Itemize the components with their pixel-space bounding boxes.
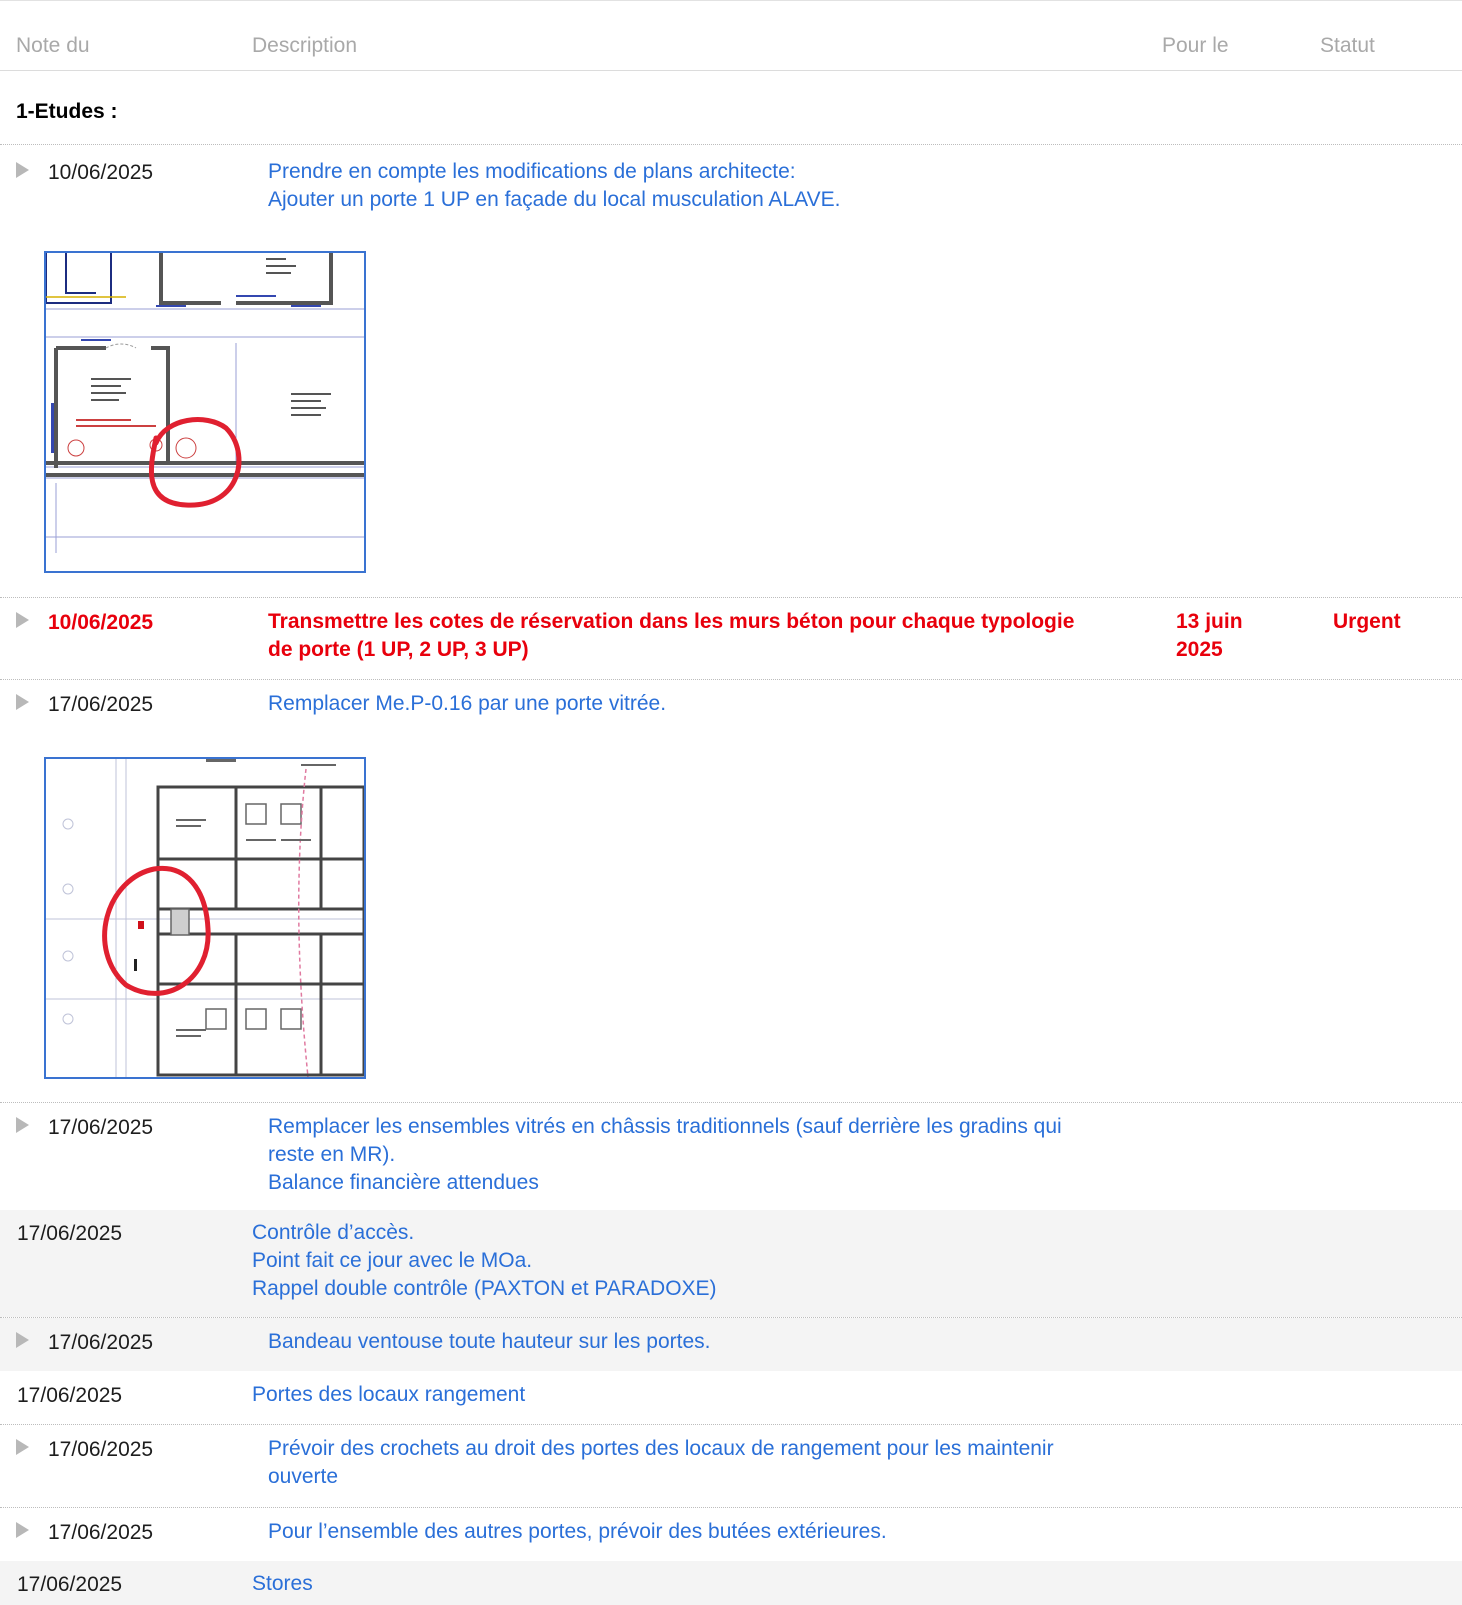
table-row[interactable]: 17/06/2025 Portes des locaux rangement xyxy=(0,1371,1462,1424)
row-description[interactable]: Remplacer Me.P-0.16 par une porte vitrée… xyxy=(268,690,1148,718)
table-row[interactable]: 10/06/2025 Prendre en compte les modific… xyxy=(0,145,1462,597)
floor-plan-image xyxy=(46,253,364,571)
floor-plan-image xyxy=(46,759,364,1077)
table-row[interactable]: 10/06/2025 Transmettre les cotes de rése… xyxy=(0,598,1462,679)
table-header: Note du Description Pour le Statut xyxy=(0,0,1462,71)
header-pour-le[interactable]: Pour le xyxy=(1162,34,1229,58)
disclosure-triangle-icon[interactable] xyxy=(16,1522,29,1538)
table-row[interactable]: 17/06/2025 Stores xyxy=(0,1561,1462,1605)
row-date: 17/06/2025 xyxy=(17,1573,123,1596)
row-date: 17/06/2025 xyxy=(48,1521,154,1544)
disclosure-triangle-icon[interactable] xyxy=(16,162,29,178)
header-statut[interactable]: Statut xyxy=(1320,34,1375,58)
row-date: 17/06/2025 xyxy=(17,1384,123,1407)
disclosure-triangle-icon[interactable] xyxy=(16,694,29,710)
status-badge: Urgent xyxy=(1333,610,1401,633)
row-description[interactable]: Pour l’ensemble des autres portes, prévo… xyxy=(268,1518,1148,1546)
floor-plan-thumbnail[interactable] xyxy=(44,251,366,573)
row-description[interactable]: Prendre en compte les modifications de p… xyxy=(268,158,1148,214)
row-description[interactable]: Remplacer les ensembles vitrés en châssi… xyxy=(268,1113,1148,1197)
table-row[interactable]: 17/06/2025 Bandeau ventouse toute hauteu… xyxy=(0,1318,1462,1371)
row-description[interactable]: Stores xyxy=(252,1570,1132,1598)
row-due-date: 13 juin 2025 xyxy=(1176,610,1243,661)
header-description[interactable]: Description xyxy=(252,34,357,58)
row-date: 17/06/2025 xyxy=(48,693,154,716)
header-note-du[interactable]: Note du xyxy=(16,34,90,58)
disclosure-triangle-icon[interactable] xyxy=(16,1117,29,1133)
table-row[interactable]: 17/06/2025 Prévoir des crochets au droit… xyxy=(0,1425,1462,1507)
row-description[interactable]: Transmettre les cotes de réservation dan… xyxy=(268,608,1148,664)
row-date: 17/06/2025 xyxy=(17,1222,123,1245)
table-row[interactable]: 17/06/2025 Remplacer Me.P-0.16 par une p… xyxy=(0,680,1462,1102)
row-description[interactable]: Portes des locaux rangement xyxy=(252,1381,1132,1409)
row-date: 17/06/2025 xyxy=(48,1438,154,1461)
row-date: 10/06/2025 xyxy=(48,161,154,184)
table-row[interactable]: 17/06/2025 Contrôle d’accès. Point fait … xyxy=(0,1210,1462,1317)
table-row[interactable]: 17/06/2025 Pour l’ensemble des autres po… xyxy=(0,1508,1462,1561)
row-description[interactable]: Bandeau ventouse toute hauteur sur les p… xyxy=(268,1328,1148,1356)
disclosure-triangle-icon[interactable] xyxy=(16,612,29,628)
disclosure-triangle-icon[interactable] xyxy=(16,1332,29,1348)
floor-plan-thumbnail[interactable] xyxy=(44,757,366,1079)
disclosure-triangle-icon[interactable] xyxy=(16,1439,29,1455)
row-date: 17/06/2025 xyxy=(48,1331,154,1354)
row-date: 17/06/2025 xyxy=(48,1116,154,1139)
table-row[interactable]: 17/06/2025 Remplacer les ensembles vitré… xyxy=(0,1103,1462,1210)
row-date: 10/06/2025 xyxy=(48,611,154,634)
row-description[interactable]: Contrôle d’accès. Point fait ce jour ave… xyxy=(252,1219,1132,1303)
row-description[interactable]: Prévoir des crochets au droit des portes… xyxy=(268,1435,1148,1491)
section-title: 1-Etudes : xyxy=(16,100,118,123)
